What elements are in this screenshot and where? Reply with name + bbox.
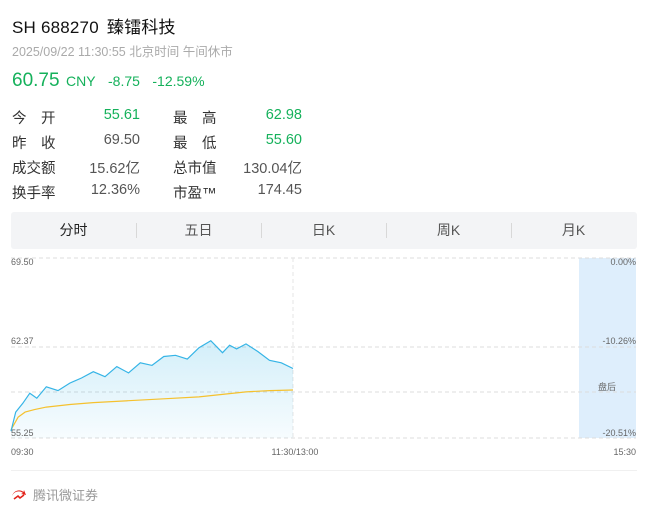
open-value: 55.61 <box>103 107 140 123</box>
chart-period-tabs: 分时 五日 日K 周K 月K <box>11 212 637 249</box>
tab-intraday[interactable]: 分时 <box>11 212 136 249</box>
currency: CNY <box>66 73 96 89</box>
x-tick-close: 15:30 <box>613 447 636 457</box>
brand-name: 腾讯微证券 <box>33 488 99 503</box>
pct-tick-bottom: -20.51% <box>602 428 636 438</box>
tab-weekly-k[interactable]: 周K <box>386 212 511 249</box>
footer-divider <box>11 470 637 471</box>
footer: 腾讯微证券 <box>11 485 98 504</box>
last-price: 60.75 <box>12 70 60 91</box>
quote-time-status: 2025/09/22 11:30:55 北京时间 午间休市 <box>12 45 233 59</box>
low-value: 55.60 <box>265 132 302 148</box>
after-hours-label: 盘后 <box>598 381 616 393</box>
stock-title: SH 688270 臻镭科技 <box>12 13 176 38</box>
tab-five-day[interactable]: 五日 <box>136 212 261 249</box>
turnover-value: 15.62亿 <box>89 161 140 177</box>
turnover-label: 成交额 <box>12 161 56 177</box>
turnover-rate-label: 换手率 <box>12 186 56 202</box>
low-label: 最 低 <box>173 136 217 152</box>
x-tick-open: 09:30 <box>11 447 34 457</box>
brand-logo-icon <box>12 489 26 500</box>
tab-daily-k[interactable]: 日K <box>261 212 386 249</box>
price-change: -8.75 <box>108 73 140 89</box>
intraday-chart[interactable]: 69.50 62.37 55.25 0.00% -10.26% -20.51% … <box>0 250 667 465</box>
pct-tick-top: 0.00% <box>610 257 636 267</box>
y-tick-bottom: 55.25 <box>11 428 34 438</box>
open-label: 今 开 <box>12 111 56 127</box>
price-row: 60.75 CNY -8.75 -12.59% <box>12 70 205 92</box>
y-tick-mid: 62.37 <box>11 336 34 346</box>
prev-close-label: 昨 收 <box>12 136 56 152</box>
turnover-rate-value: 12.36% <box>90 182 140 198</box>
high-value: 62.98 <box>265 107 302 123</box>
pct-tick-mid: -10.26% <box>602 336 636 346</box>
stock-code: SH 688270 <box>12 18 99 37</box>
x-tick-midday: 11:30/13:00 <box>272 447 319 457</box>
after-hours-band <box>579 258 636 438</box>
stock-name: 臻镭科技 <box>106 18 176 37</box>
pe-label: 市盈™ <box>173 186 217 202</box>
high-label: 最 高 <box>173 111 217 127</box>
mktcap-label: 总市值 <box>173 161 217 177</box>
mktcap-value: 130.04亿 <box>243 161 302 177</box>
price-change-pct: -12.59% <box>152 73 205 89</box>
y-tick-top: 69.50 <box>11 257 34 267</box>
tab-monthly-k[interactable]: 月K <box>511 212 636 249</box>
prev-close-value: 69.50 <box>103 132 140 148</box>
pe-value: 174.45 <box>257 182 302 198</box>
